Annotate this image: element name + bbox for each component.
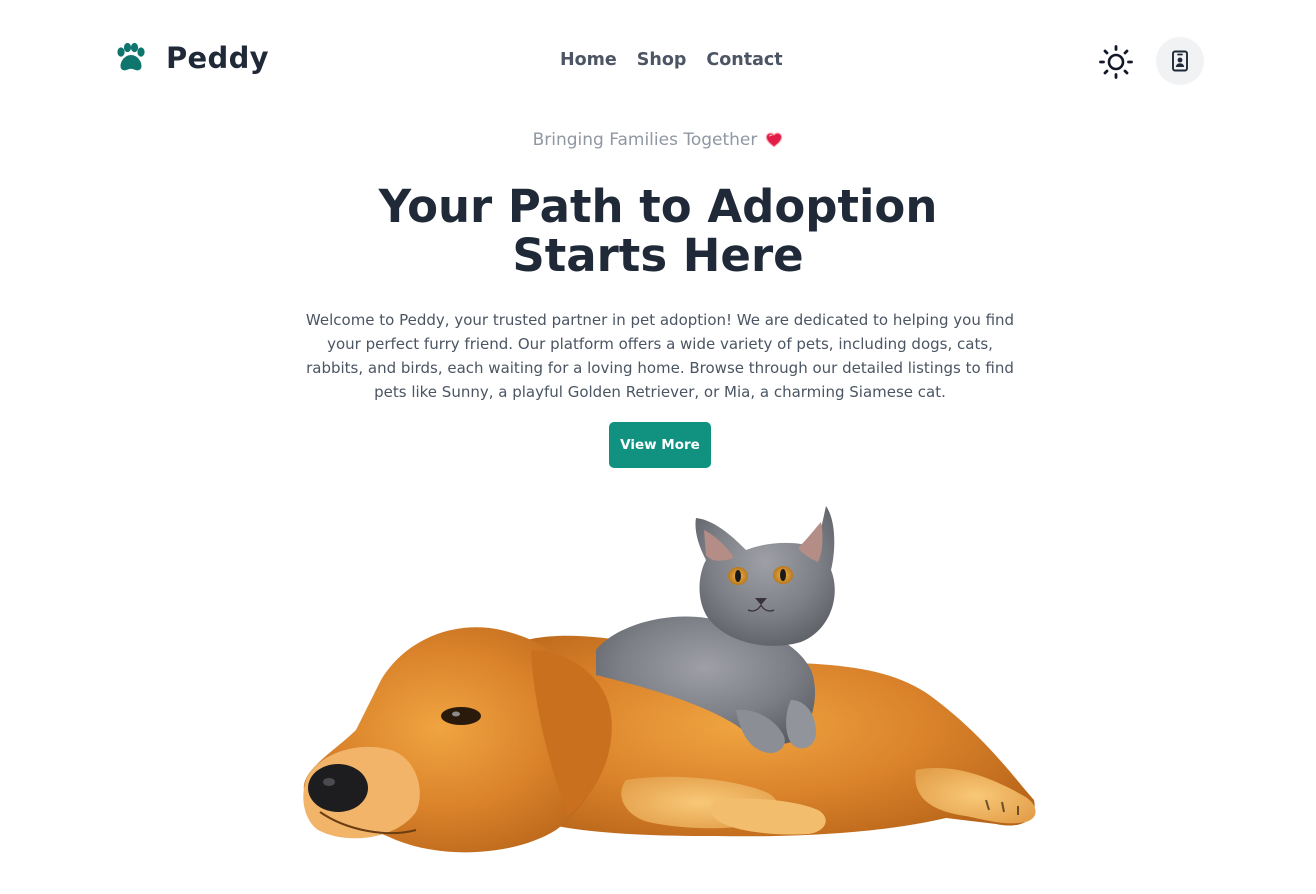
nav-link-shop[interactable]: Shop: [637, 50, 687, 70]
hero-description: Welcome to Peddy, your trusted partner i…: [305, 311, 1015, 401]
nav-links: Home Shop Contact: [560, 50, 783, 70]
sun-icon: [1099, 45, 1133, 79]
navbar: Peddy Home Shop Contact: [0, 0, 1316, 124]
hero-title-line2: Starts Here: [512, 229, 804, 282]
profile-button[interactable]: [1156, 37, 1204, 85]
nav-link-home[interactable]: Home: [560, 50, 617, 70]
profile-badge-icon: [1172, 50, 1188, 72]
theme-toggle-button[interactable]: [1096, 42, 1136, 82]
tagline-text: Bringing Families Together: [532, 130, 758, 150]
brand[interactable]: Peddy: [112, 40, 269, 76]
hero-pets-image: [303, 506, 1036, 853]
hero-tagline: Bringing Families Together: [0, 130, 1316, 150]
nav-link-contact[interactable]: Contact: [706, 50, 782, 70]
view-more-button[interactable]: View More: [609, 422, 711, 468]
paw-icon: [117, 42, 145, 71]
brand-name: Peddy: [166, 41, 269, 75]
hero-title: Your Path to Adoption Starts Here: [0, 182, 1316, 280]
hero-title-line1: Your Path to Adoption: [378, 180, 938, 233]
heart-icon: [766, 132, 783, 148]
